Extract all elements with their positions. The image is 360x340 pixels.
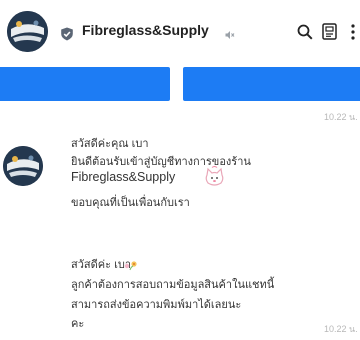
message-line: Fibreglass&Supply <box>71 170 176 184</box>
message-line: ลูกค้าต้องการสอบถามข้อมูลสินค้าในแชทนี้ <box>71 279 275 291</box>
message-timestamp: 10.22 น. <box>324 112 358 122</box>
more-vertical-icon[interactable] <box>350 23 356 41</box>
search-icon[interactable] <box>297 24 313 40</box>
cat-emoji-icon <box>203 166 226 188</box>
page-title: Fibreglass&Supply <box>82 22 209 38</box>
mute-icon <box>225 27 235 39</box>
sender-avatar[interactable] <box>3 146 43 186</box>
message-line: สวัสดีค่ะ เบา <box>71 259 131 271</box>
notes-icon[interactable] <box>322 23 337 40</box>
message-line: คะ <box>71 318 85 330</box>
chat-header: Fibreglass&Supply <box>0 0 360 62</box>
rich-menu-button-left[interactable] <box>0 67 170 101</box>
message-timestamp: 10.22 น. <box>324 324 358 334</box>
rich-menu-button-right[interactable] <box>183 67 360 101</box>
verified-badge-icon <box>60 27 74 41</box>
flower-emoji-icon <box>123 258 139 271</box>
message-line: ขอบคุณที่เป็นเพื่อนกับเรา <box>71 197 190 209</box>
account-avatar[interactable] <box>7 11 48 52</box>
message-line: สามารถส่งข้อความพิมพ์มาได้เลยนะ <box>71 299 242 311</box>
message-line: สวัสดีค่ะคุณ เบา <box>71 138 149 150</box>
